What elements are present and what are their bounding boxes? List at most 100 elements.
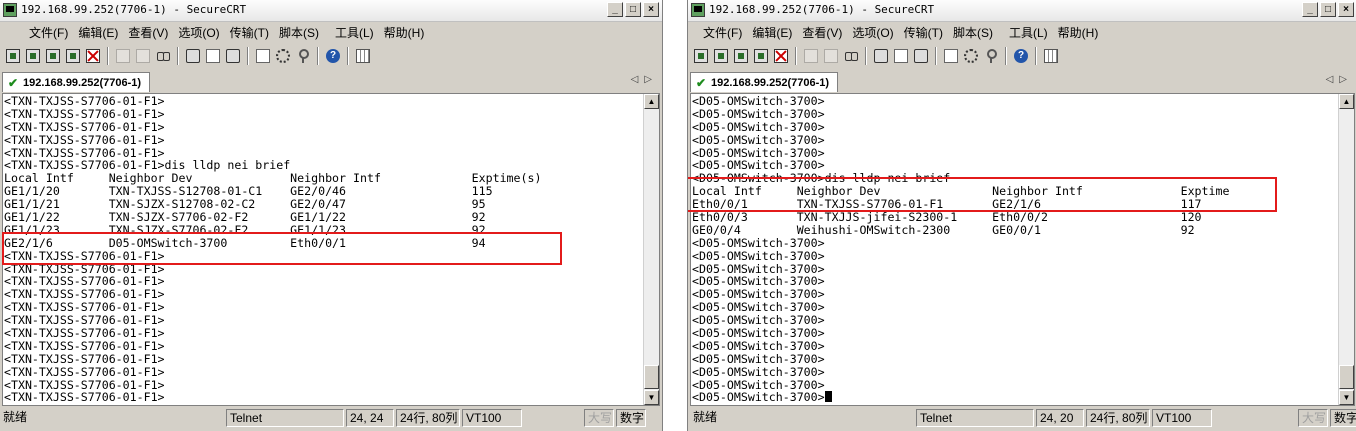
scroll-thumb[interactable] <box>644 365 659 389</box>
menu-view[interactable]: 查看(V) <box>128 24 168 41</box>
tab-scroll-arrows-icon[interactable]: ◁▷ <box>631 74 658 85</box>
help-icon[interactable]: ? <box>324 47 342 65</box>
reconnect-icon[interactable] <box>64 47 82 65</box>
scroll-down-icon[interactable]: ▼ <box>644 390 659 405</box>
menu-transfer[interactable]: 传输(T) <box>904 24 943 41</box>
find-icon[interactable] <box>154 47 172 65</box>
quick-connect-icon[interactable] <box>24 47 42 65</box>
print-icon[interactable] <box>224 47 242 65</box>
log-icon[interactable] <box>892 47 910 65</box>
vertical-scrollbar[interactable]: ▲ ▼ <box>643 94 659 405</box>
terminal-line: <TXN-TXJSS-S7706-01-F1> <box>4 119 165 134</box>
maximize-icon[interactable]: □ <box>1320 2 1336 17</box>
connect-icon[interactable] <box>4 47 22 65</box>
key-icon[interactable] <box>982 47 1000 65</box>
copy-icon[interactable] <box>802 47 820 65</box>
menu-file[interactable]: 文件(F) <box>703 24 742 41</box>
paste-icon[interactable] <box>134 47 152 65</box>
global-options-icon[interactable] <box>962 47 980 65</box>
scroll-down-icon[interactable]: ▼ <box>1339 390 1354 405</box>
session-options-icon[interactable] <box>942 47 960 65</box>
terminal-line: <D05-OMSwitch-3700> <box>692 132 825 147</box>
help-icon[interactable]: ? <box>1012 47 1030 65</box>
toolbar: ? <box>4 45 372 67</box>
global-options-icon[interactable] <box>274 47 292 65</box>
close-icon[interactable]: × <box>643 2 659 17</box>
menu-transfer[interactable]: 传输(T) <box>230 24 269 41</box>
terminal-line: <TXN-TXJSS-S7706-01-F1> <box>4 248 165 263</box>
keymap-icon[interactable] <box>354 47 372 65</box>
menu-help[interactable]: 帮助(H) <box>384 24 425 41</box>
terminal-screen[interactable]: <TXN-TXJSS-S7706-01-F1> <TXN-TXJSS-S7706… <box>2 93 660 406</box>
status-caps-lock: 大写 <box>584 409 614 427</box>
scroll-up-icon[interactable]: ▲ <box>1339 94 1354 109</box>
terminal-line: <TXN-TXJSS-S7706-01-F1> <box>4 106 165 121</box>
menu-edit[interactable]: 编辑(E) <box>752 24 792 41</box>
toolbar-separator <box>865 47 867 65</box>
window-title: 192.168.99.252(7706-1) - SecureCRT <box>21 3 247 16</box>
status-cursor-position: 24, 20 <box>1036 409 1084 427</box>
menu-script[interactable]: 脚本(S) <box>279 24 319 41</box>
connect-icon[interactable] <box>692 47 710 65</box>
terminal-line: <D05-OMSwitch-3700> <box>692 338 825 353</box>
menu-options[interactable]: 选项(O) <box>178 24 219 41</box>
terminal-line: <D05-OMSwitch-3700> <box>692 106 825 121</box>
quick-connect-icon[interactable] <box>712 47 730 65</box>
connect-tab-icon[interactable] <box>44 47 62 65</box>
terminal-line: <D05-OMSwitch-3700> <box>692 235 825 250</box>
connect-tab-icon[interactable] <box>732 47 750 65</box>
key-icon[interactable] <box>294 47 312 65</box>
menu-file[interactable]: 文件(F) <box>29 24 68 41</box>
terminal-line: <D05-OMSwitch-3700> <box>692 390 825 405</box>
terminal-line: GE2/1/6 D05-OMSwitch-3700 Eth0/0/1 94 <box>4 235 486 250</box>
scroll-thumb[interactable] <box>1339 365 1354 389</box>
session-tab[interactable]: ✔ 192.168.99.252(7706-1) <box>690 72 839 92</box>
session-options-icon[interactable] <box>254 47 272 65</box>
vertical-scrollbar[interactable]: ▲ ▼ <box>1338 94 1354 405</box>
terminal-line-last: <D05-OMSwitch-3700> <box>692 391 1229 404</box>
menu-tools[interactable]: 工具(L) <box>335 24 374 41</box>
scroll-up-icon[interactable]: ▲ <box>644 94 659 109</box>
status-protocol: Telnet <box>916 409 1034 427</box>
close-icon[interactable]: × <box>1338 2 1354 17</box>
session-tab[interactable]: ✔ 192.168.99.252(7706-1) <box>2 72 151 92</box>
menu-edit[interactable]: 编辑(E) <box>78 24 118 41</box>
terminal-line: <D05-OMSwitch-3700> <box>692 248 825 263</box>
print-icon[interactable] <box>912 47 930 65</box>
terminal-line: <TXN-TXJSS-S7706-01-F1> <box>4 94 165 108</box>
toolbar-separator <box>1035 47 1037 65</box>
paste-icon[interactable] <box>822 47 840 65</box>
maximize-icon[interactable]: □ <box>625 2 641 17</box>
toolbar-separator <box>177 47 179 65</box>
menu-help[interactable]: 帮助(H) <box>1058 24 1099 41</box>
tab-scroll-arrows-icon[interactable]: ◁▷ <box>1326 74 1353 85</box>
copy-icon[interactable] <box>114 47 132 65</box>
terminal-line: <TXN-TXJSS-S7706-01-F1> <box>4 364 165 379</box>
disconnect-icon[interactable] <box>84 47 102 65</box>
find-icon[interactable] <box>842 47 860 65</box>
terminal-line: Eth0/0/3 TXN-TXJJS-jifei-S2300-1 Eth0/0/… <box>692 210 1202 225</box>
connected-check-icon: ✔ <box>8 76 19 90</box>
menu-tools[interactable]: 工具(L) <box>1009 24 1048 41</box>
disconnect-icon[interactable] <box>772 47 790 65</box>
keymap-icon[interactable] <box>1042 47 1060 65</box>
reconnect-icon[interactable] <box>752 47 770 65</box>
status-terminal-size: 24行, 80列 <box>396 409 460 427</box>
status-caps-lock: 大写 <box>1298 409 1328 427</box>
title-bar[interactable]: 192.168.99.252(7706-1) - SecureCRT _ □ × <box>0 0 662 22</box>
menu-view[interactable]: 查看(V) <box>802 24 842 41</box>
menu-options[interactable]: 选项(O) <box>852 24 893 41</box>
print-setup-icon[interactable] <box>872 47 890 65</box>
print-setup-icon[interactable] <box>184 47 202 65</box>
menu-script[interactable]: 脚本(S) <box>953 24 993 41</box>
terminal-line: GE1/1/22 TXN-SJZX-S7706-02-F2 GE1/1/22 9… <box>4 210 486 225</box>
terminal-screen[interactable]: <D05-OMSwitch-3700> <D05-OMSwitch-3700> … <box>690 93 1355 406</box>
terminal-line: <TXN-TXJSS-S7706-01-F1> <box>4 390 165 405</box>
menu-bar: 文件(F) 编辑(E) 查看(V) 选项(O) 传输(T) 脚本(S) 工具(L… <box>0 22 662 42</box>
minimize-icon[interactable]: _ <box>607 2 623 17</box>
toolbar-separator <box>347 47 349 65</box>
title-bar[interactable]: 192.168.99.252(7706-1) - SecureCRT _ □ × <box>688 0 1356 22</box>
log-icon[interactable] <box>204 47 222 65</box>
minimize-icon[interactable]: _ <box>1302 2 1318 17</box>
terminal-lines: <D05-OMSwitch-3700> <D05-OMSwitch-3700> … <box>692 95 1229 404</box>
